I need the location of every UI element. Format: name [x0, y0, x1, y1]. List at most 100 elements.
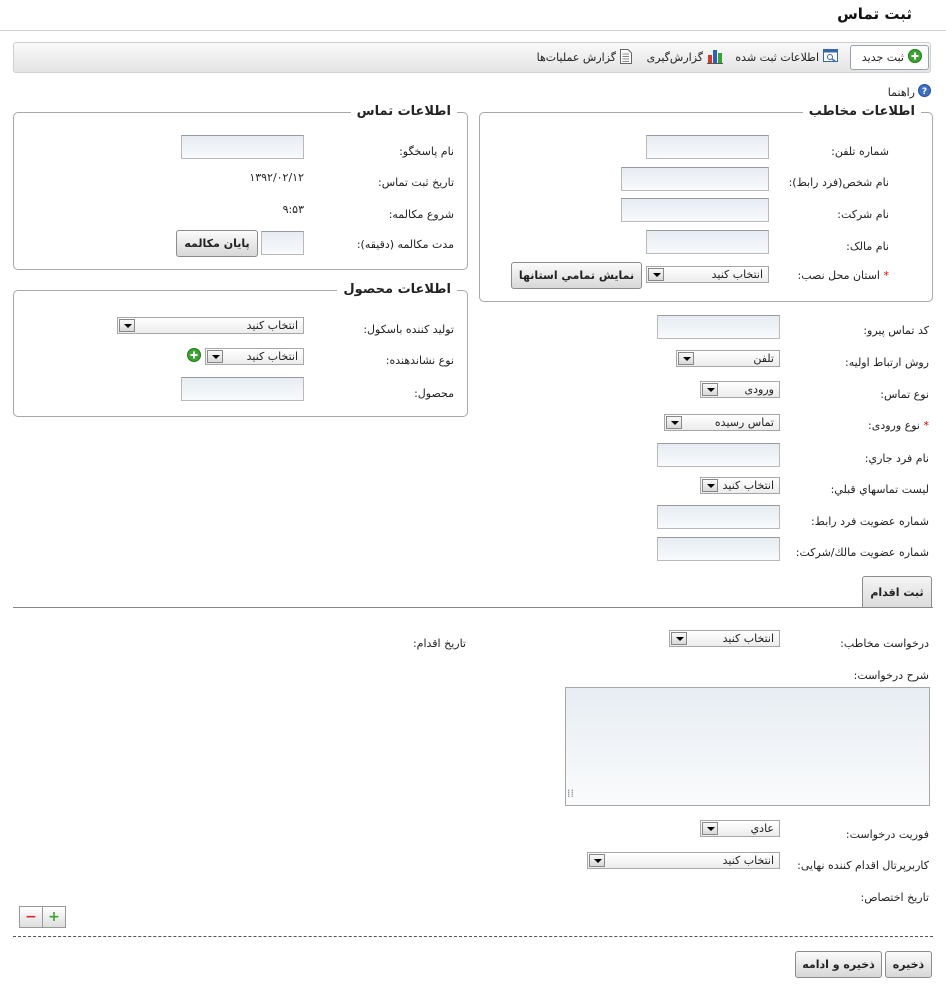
- new-record-label: ثبت جديد: [861, 51, 904, 64]
- show-all-provinces-button[interactable]: نمايش تمامي استانها: [511, 262, 642, 289]
- input-type-label: نوع ورودی:: [868, 419, 920, 432]
- chevron-down-icon: [702, 479, 718, 492]
- chevron-down-icon: [648, 268, 664, 281]
- caller-info-legend: اطلاعات مخاطب: [802, 104, 921, 119]
- final-portal-user-label: کاربرپرتال اقدام کننده نهایی:: [797, 859, 929, 872]
- input-type-value: تماس رسیده: [714, 416, 774, 429]
- chevron-down-icon: [207, 350, 223, 363]
- request-description-label: شرح درخواست:: [853, 669, 929, 682]
- help-link[interactable]: ? راهنما: [888, 84, 931, 100]
- previous-contacts-value: انتخاب کنید: [722, 479, 774, 492]
- company-input[interactable]: [621, 198, 769, 222]
- product-input[interactable]: [181, 377, 304, 401]
- chevron-down-icon: [589, 854, 605, 867]
- manufacturer-label: تولید کننده باسکول:: [363, 323, 454, 336]
- chevron-down-icon: [702, 383, 718, 396]
- initial-contact-method-select[interactable]: تلفن: [676, 350, 780, 367]
- owner-membership-label: شماره عضویت مالك/شركت:: [795, 546, 929, 559]
- required-mark: *: [883, 269, 890, 282]
- responder-input[interactable]: [181, 135, 304, 159]
- final-portal-user-select[interactable]: انتخاب کنید: [587, 852, 780, 869]
- province-select[interactable]: انتخاب کنید: [646, 266, 769, 283]
- search-document-icon: [823, 49, 839, 66]
- tab-divider: [13, 607, 933, 608]
- action-date-label: تاریخ اقدام:: [412, 637, 466, 650]
- manufacturer-select-value: انتخاب کنید: [246, 319, 298, 332]
- operations-report-button[interactable]: گزارش عملیات‌ها: [530, 45, 638, 70]
- new-record-button[interactable]: ثبت جديد: [850, 45, 929, 70]
- end-call-button[interactable]: پایان مکالمه: [176, 230, 258, 257]
- call-duration-label: مدت مکالمه (دقیقه):: [356, 238, 454, 251]
- indicator-type-select[interactable]: انتخاب کنید: [205, 348, 304, 365]
- minus-icon: −: [25, 909, 37, 925]
- followup-code-label: کد تماس پیرو:: [863, 324, 929, 337]
- owner-label: نام مالک:: [846, 240, 889, 253]
- reporting-label: گزارش‌گیری: [646, 51, 703, 64]
- caller-request-label: درخواست مخاطب:: [840, 637, 929, 650]
- current-person-input[interactable]: [657, 443, 780, 467]
- operations-report-label: گزارش عملیات‌ها: [536, 51, 616, 64]
- call-start-label: شروع مکالمه:: [388, 208, 454, 221]
- title-divider: [0, 30, 946, 31]
- contact-membership-label: شماره عضویت فرد رابط:: [811, 515, 929, 528]
- page-title: ثبت تماس: [837, 5, 912, 23]
- previous-contacts-label: لیست تماسهاي قبلي:: [830, 483, 929, 496]
- caller-request-value: انتخاب کنید: [722, 632, 774, 645]
- followup-code-input[interactable]: [657, 315, 780, 339]
- chevron-down-icon: [119, 319, 135, 332]
- reporting-button[interactable]: گزارش‌گیری: [645, 45, 729, 70]
- plus-icon: +: [48, 909, 60, 925]
- input-type-label-wrap: * نوع ورودی:: [868, 419, 929, 432]
- product-label: محصول:: [414, 387, 454, 400]
- indicator-type-select-value: انتخاب کنید: [246, 350, 298, 363]
- product-info-legend: اطلاعات محصول: [337, 282, 457, 297]
- owner-membership-input[interactable]: [657, 537, 780, 561]
- chevron-down-icon: [702, 822, 718, 835]
- save-continue-button[interactable]: ذخيره و ادامه: [795, 951, 882, 978]
- initial-contact-method-value: تلفن: [753, 352, 774, 365]
- company-label: نام شرکت:: [837, 208, 889, 221]
- responder-label: نام پاسخگو:: [399, 145, 454, 158]
- call-duration-input[interactable]: [261, 231, 304, 255]
- add-row-button[interactable]: +: [42, 906, 66, 928]
- help-icon: ?: [918, 84, 931, 100]
- recorded-info-button[interactable]: اطلاعات ثبت شده: [735, 45, 845, 70]
- resize-handle-icon[interactable]: ⁞⁞: [567, 787, 574, 800]
- previous-contacts-select[interactable]: انتخاب کنید: [700, 477, 780, 494]
- province-label: استان محل نصب:: [797, 269, 880, 282]
- help-label: راهنما: [887, 85, 915, 99]
- required-mark: *: [923, 419, 930, 432]
- person-name-input[interactable]: [621, 167, 769, 191]
- request-description-textarea[interactable]: [565, 687, 930, 806]
- section-divider: [13, 936, 933, 937]
- document-icon: [620, 48, 632, 67]
- contact-date-value: ۱۳۹۲/۰۲/۱۲: [249, 171, 304, 184]
- owner-input[interactable]: [646, 230, 769, 254]
- bar-chart-icon: [707, 49, 723, 67]
- current-person-label: نام فرد جاري:: [864, 452, 929, 465]
- remove-row-button[interactable]: −: [19, 906, 43, 928]
- contact-membership-input[interactable]: [657, 505, 780, 529]
- province-label-wrap: * استان محل نصب:: [798, 269, 889, 282]
- chevron-down-icon: [671, 632, 687, 645]
- urgency-select[interactable]: عادي: [700, 820, 780, 837]
- add-indicator-icon[interactable]: [187, 348, 201, 365]
- contact-type-value: ورودی: [744, 383, 774, 396]
- urgency-value: عادي: [750, 822, 774, 835]
- phone-label: شماره تلفن:: [831, 145, 889, 158]
- final-portal-user-value: انتخاب کنید: [722, 854, 774, 867]
- save-button[interactable]: ذخيره: [885, 951, 932, 978]
- phone-input[interactable]: [646, 135, 769, 159]
- contact-type-select[interactable]: ورودی: [700, 381, 780, 398]
- svg-text:?: ?: [922, 87, 927, 97]
- recorded-info-label: اطلاعات ثبت شده: [735, 51, 819, 64]
- assign-date-label: تاریخ اختصاص:: [860, 891, 929, 904]
- manufacturer-select[interactable]: انتخاب کنید: [117, 317, 304, 334]
- indicator-type-label: نوع نشاندهنده:: [385, 354, 454, 367]
- input-type-select[interactable]: تماس رسیده: [664, 414, 780, 431]
- caller-request-select[interactable]: انتخاب کنید: [669, 630, 780, 647]
- contact-date-label: تاریخ ثبت تماس:: [378, 176, 454, 189]
- tab-record-action[interactable]: ثبت اقدام: [862, 576, 932, 607]
- add-circle-icon: [908, 49, 922, 66]
- call-start-value: ۹:۵۳: [282, 203, 304, 216]
